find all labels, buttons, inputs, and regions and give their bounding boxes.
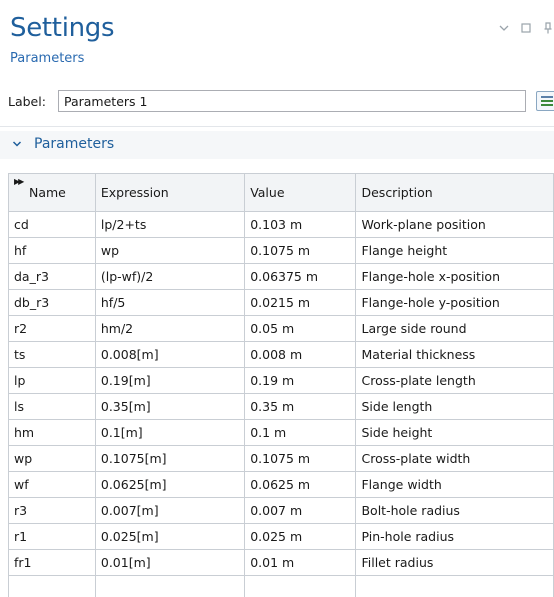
cell-value[interactable] — [244, 575, 357, 597]
column-header-name[interactable]: ▶▶ Name — [8, 173, 96, 212]
table-row[interactable]: db_r3 hf/5 0.0215 m Flange-hole y-position — [8, 289, 554, 316]
chevron-down-icon[interactable] — [12, 139, 22, 149]
cell-name[interactable]: db_r3 — [8, 289, 96, 316]
cell-expression[interactable]: lp/2+ts — [94, 211, 246, 238]
cell-description[interactable]: Side length — [355, 393, 554, 420]
cell-name[interactable] — [8, 575, 96, 597]
cell-value[interactable]: 0.0625 m — [244, 471, 357, 498]
cell-value[interactable]: 0.19 m — [244, 367, 357, 394]
cell-description[interactable]: Cross-plate length — [355, 367, 554, 394]
section-title: Parameters — [34, 136, 115, 152]
cell-value[interactable]: 0.007 m — [244, 497, 357, 524]
column-header-value[interactable]: Value — [244, 173, 357, 212]
cell-value[interactable]: 0.35 m — [244, 393, 357, 420]
cell-description[interactable]: Fillet radius — [355, 549, 554, 576]
cell-description[interactable]: Bolt-hole radius — [355, 497, 554, 524]
cell-description[interactable] — [355, 575, 554, 597]
cell-name[interactable]: ls — [8, 393, 96, 420]
cell-description[interactable]: Pin-hole radius — [355, 523, 554, 550]
cell-expression[interactable]: hm/2 — [94, 315, 246, 342]
cell-expression[interactable]: hf/5 — [94, 289, 246, 316]
cell-expression[interactable]: (lp-wf)/2 — [94, 263, 246, 290]
section-header-parameters[interactable]: Parameters — [0, 131, 554, 159]
page-title: Settings — [10, 13, 115, 43]
cell-expression[interactable]: 0.35[m] — [94, 393, 246, 420]
cell-description[interactable]: Flange width — [355, 471, 554, 498]
cell-name[interactable]: wp — [8, 445, 96, 472]
cell-value[interactable]: 0.008 m — [244, 341, 357, 368]
cell-description[interactable]: Side height — [355, 419, 554, 446]
table-row[interactable]: r1 0.025[m] 0.025 m Pin-hole radius — [8, 523, 554, 550]
table-row[interactable] — [8, 575, 554, 597]
cell-description[interactable]: Work-plane position — [355, 211, 554, 238]
cell-value[interactable]: 0.01 m — [244, 549, 357, 576]
table-row[interactable]: lp 0.19[m] 0.19 m Cross-plate length — [8, 367, 554, 394]
pin-icon[interactable] — [542, 22, 554, 34]
square-icon[interactable] — [520, 22, 532, 34]
label-caption: Label: — [8, 94, 46, 109]
cell-expression[interactable]: 0.1[m] — [94, 419, 246, 446]
table-row[interactable]: r2 hm/2 0.05 m Large side round — [8, 315, 554, 342]
cell-value[interactable]: 0.05 m — [244, 315, 357, 342]
cell-value[interactable]: 0.025 m — [244, 523, 357, 550]
cell-name[interactable]: r3 — [8, 497, 96, 524]
cell-name[interactable]: lp — [8, 367, 96, 394]
cell-description[interactable]: Flange height — [355, 237, 554, 264]
cell-expression[interactable]: wp — [94, 237, 246, 264]
column-header-description[interactable]: Description — [355, 173, 554, 212]
cell-expression[interactable]: 0.008[m] — [94, 341, 246, 368]
cell-value[interactable]: 0.0215 m — [244, 289, 357, 316]
table-row[interactable]: hf wp 0.1075 m Flange height — [8, 237, 554, 264]
cell-name[interactable]: ts — [8, 341, 96, 368]
table-row[interactable]: fr1 0.01[m] 0.01 m Fillet radius — [8, 549, 554, 576]
cell-value[interactable]: 0.1075 m — [244, 445, 357, 472]
cell-name[interactable]: cd — [8, 211, 96, 238]
cell-expression[interactable]: 0.0625[m] — [94, 471, 246, 498]
table-row[interactable]: hm 0.1[m] 0.1 m Side height — [8, 419, 554, 446]
cell-description[interactable]: Cross-plate width — [355, 445, 554, 472]
window-controls — [498, 22, 554, 34]
table-row[interactable]: r3 0.007[m] 0.007 m Bolt-hole radius — [8, 497, 554, 524]
cell-name[interactable]: wf — [8, 471, 96, 498]
cell-value[interactable]: 0.1075 m — [244, 237, 357, 264]
cell-value[interactable]: 0.1 m — [244, 419, 357, 446]
cell-description[interactable]: Material thickness — [355, 341, 554, 368]
column-header-expression[interactable]: Expression — [94, 173, 246, 212]
label-edit-button[interactable] — [536, 91, 554, 111]
table-header-row: ▶▶ Name Expression Value Description — [8, 173, 554, 212]
cell-description[interactable]: Large side round — [355, 315, 554, 342]
cell-name[interactable]: da_r3 — [8, 263, 96, 290]
cell-name[interactable]: hf — [8, 237, 96, 264]
cell-name[interactable]: hm — [8, 419, 96, 446]
parameters-table: ▶▶ Name Expression Value Description cd l… — [8, 173, 554, 597]
table-row[interactable]: wf 0.0625[m] 0.0625 m Flange width — [8, 471, 554, 498]
table-row[interactable]: wp 0.1075[m] 0.1075 m Cross-plate width — [8, 445, 554, 472]
cell-value[interactable]: 0.103 m — [244, 211, 357, 238]
cell-description[interactable]: Flange-hole x-position — [355, 263, 554, 290]
label-row: Label: — [0, 88, 554, 116]
divider — [0, 126, 554, 127]
cell-expression[interactable]: 0.007[m] — [94, 497, 246, 524]
cell-description[interactable]: Flange-hole y-position — [355, 289, 554, 316]
table-row[interactable]: cd lp/2+ts 0.103 m Work-plane position — [8, 211, 554, 238]
cell-name[interactable]: r1 — [8, 523, 96, 550]
chevron-down-icon[interactable] — [498, 22, 510, 34]
cell-expression[interactable] — [94, 575, 246, 597]
cell-name[interactable]: r2 — [8, 315, 96, 342]
cell-name[interactable]: fr1 — [8, 549, 96, 576]
page-subtitle: Parameters — [10, 51, 85, 66]
cell-value[interactable]: 0.06375 m — [244, 263, 357, 290]
cell-expression[interactable]: 0.01[m] — [94, 549, 246, 576]
table-row[interactable]: da_r3 (lp-wf)/2 0.06375 m Flange-hole x-pos… — [8, 263, 554, 290]
sort-arrows-icon: ▶▶ — [14, 177, 24, 186]
cell-expression[interactable]: 0.025[m] — [94, 523, 246, 550]
cell-expression[interactable]: 0.1075[m] — [94, 445, 246, 472]
cell-expression[interactable]: 0.19[m] — [94, 367, 246, 394]
table-row[interactable]: ls 0.35[m] 0.35 m Side length — [8, 393, 554, 420]
label-input[interactable] — [58, 90, 526, 112]
table-row[interactable]: ts 0.008[m] 0.008 m Material thickness — [8, 341, 554, 368]
